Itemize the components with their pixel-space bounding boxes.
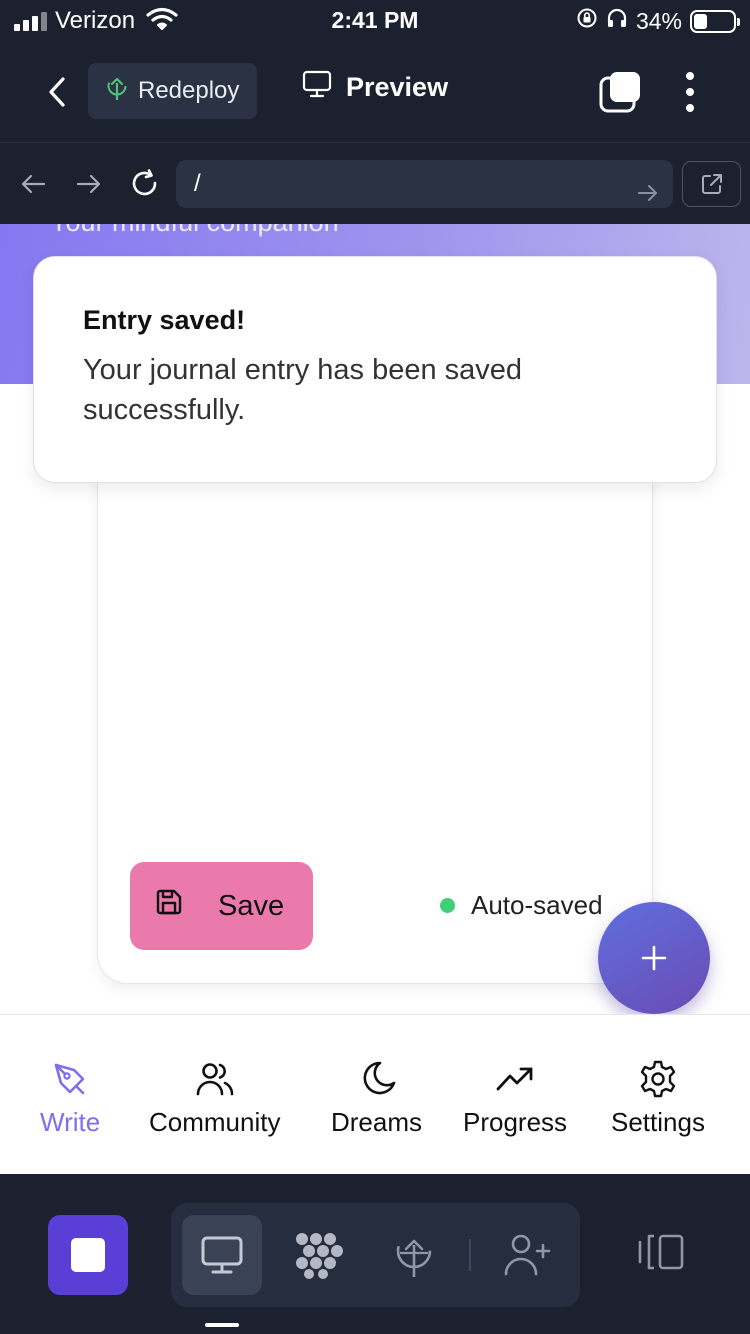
tab-write[interactable]: Write [40,1059,100,1138]
save-button[interactable]: Save [130,862,313,950]
status-bar: Verizon 2:41 PM 34% [0,0,750,42]
moon-icon [357,1059,397,1099]
preview-toggle[interactable]: Preview [302,70,448,105]
divider [469,1239,471,1271]
tab-community[interactable]: Community [149,1059,280,1138]
nav-forward-button[interactable] [72,167,106,201]
app-header: Redeploy Preview [0,42,750,142]
more-menu-button[interactable] [678,70,702,114]
battery-percent: 34% [635,7,682,34]
monitor-icon [201,1236,243,1274]
tab-progress-label: Progress [463,1107,568,1137]
arrow-left-icon [21,174,46,194]
gear-icon [638,1059,678,1099]
redeploy-label: Redeploy [138,77,240,104]
toast-message: Your journal entry has been saved succes… [83,354,523,426]
bottom-tab-bar: Write Community Dreams Progress Settings [0,1014,750,1174]
tab-dreams-label: Dreams [331,1107,423,1137]
arrow-right-icon [76,174,101,194]
autosave-label: Auto-saved [471,890,603,920]
stop-button[interactable] [48,1215,128,1295]
hero-subtitle: Your mindful companion [50,224,339,238]
sidebar-panel-icon [638,1234,684,1270]
add-user-icon [504,1234,551,1276]
tab-community-label: Community [149,1107,281,1137]
url-field[interactable]: / [176,160,673,208]
new-entry-button[interactable] [598,902,710,1014]
reload-icon [132,169,157,196]
headphones-icon [606,7,628,35]
external-link-icon [701,174,722,194]
panel-toggle-button[interactable] [636,1232,686,1277]
nav-back-button[interactable] [16,167,50,201]
browser-bar: / [0,142,750,224]
monitor-icon [302,70,332,105]
view-switcher [171,1203,580,1307]
invite-user-button[interactable] [487,1215,567,1295]
back-button[interactable] [40,70,74,114]
save-label: Save [218,889,285,922]
preview-label: Preview [346,72,449,102]
dot-icon [686,72,694,80]
tab-dreams[interactable]: Dreams [331,1059,422,1138]
toast-title: Entry saved! [83,305,246,335]
plus-icon [641,945,667,971]
url-text: / [194,170,201,197]
trending-up-icon [495,1059,535,1099]
home-indicator [205,1323,239,1327]
redeploy-button[interactable]: Redeploy [88,63,257,119]
deploy-view-button[interactable] [374,1215,454,1295]
save-icon [154,887,184,925]
open-external-button[interactable] [682,161,741,207]
editor-dock [0,1174,750,1334]
stop-icon [71,1238,105,1272]
orientation-lock-icon [576,7,598,35]
chevron-left-icon [49,77,65,107]
battery-icon [690,9,740,33]
deploy-tree-icon [106,75,128,108]
app-preview: Your mindful companion Save Auto-saved E… [0,224,750,1174]
tab-settings[interactable]: Settings [611,1059,705,1138]
tab-write-label: Write [40,1107,101,1137]
code-view-button[interactable] [278,1215,358,1295]
toast-notification[interactable]: Entry saved! Your journal entry has been… [33,256,717,483]
autosave-status: Auto-saved [440,890,603,921]
reload-button[interactable] [128,167,162,201]
preview-view-button[interactable] [182,1215,262,1295]
status-dot [440,898,455,913]
deploy-tree-icon [396,1233,432,1277]
dot-icon [686,88,694,96]
dots-grid-icon [296,1233,343,1279]
tabs-icon [599,72,640,113]
tabs-switcher-button[interactable] [598,70,642,114]
users-icon [195,1059,235,1099]
pen-icon [50,1059,90,1099]
dot-icon [686,104,694,112]
tab-settings-label: Settings [611,1107,705,1137]
tab-progress[interactable]: Progress [463,1059,567,1138]
go-arrow-icon[interactable] [637,172,659,220]
